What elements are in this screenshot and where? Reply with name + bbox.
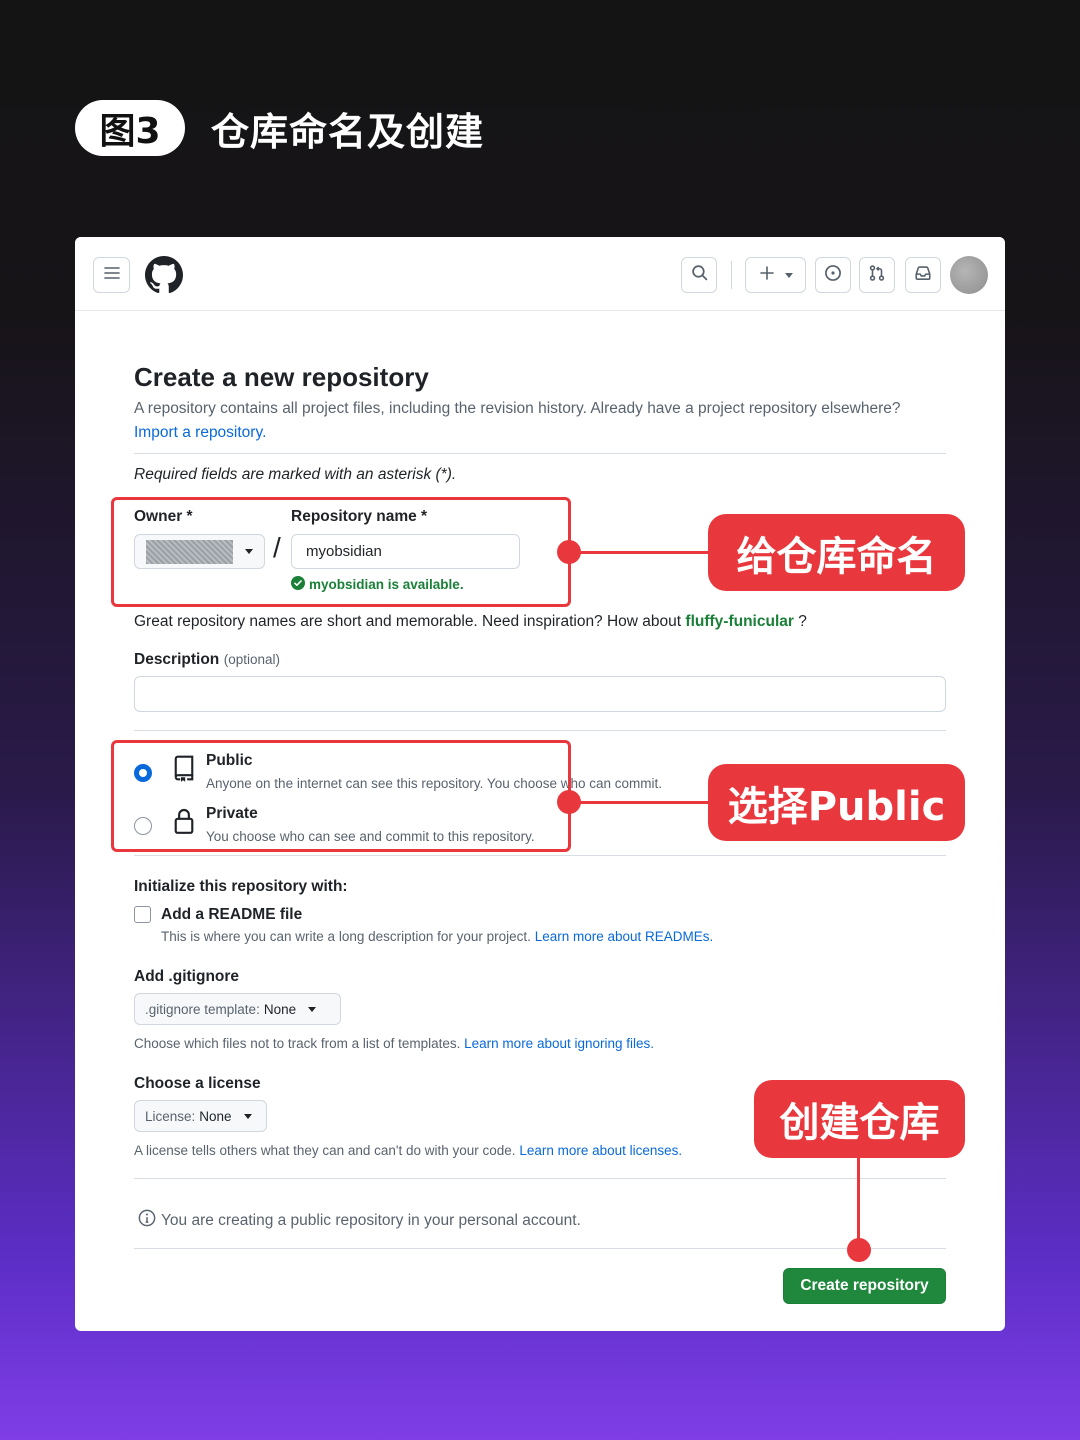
pull-request-icon <box>868 264 886 287</box>
license-select-value: None <box>199 1108 232 1124</box>
name-connector-dot <box>557 540 581 564</box>
notice-text: You are creating a public repository in … <box>161 1211 581 1229</box>
divider <box>134 1178 946 1179</box>
create-repository-button[interactable]: Create repository <box>783 1268 946 1304</box>
inspiration-text: Great repository names are short and mem… <box>134 613 682 630</box>
license-select-prefix: License: <box>145 1108 196 1124</box>
gitignore-select[interactable]: .gitignore template: None <box>134 993 341 1025</box>
chevron-down-icon <box>243 1113 252 1119</box>
initialize-heading: Initialize this repository with: <box>134 878 348 895</box>
intro-text: A repository contains all project files,… <box>134 400 901 417</box>
search-button[interactable] <box>681 257 717 293</box>
issues-button[interactable] <box>815 257 851 293</box>
public-notice: You are creating a public repository in … <box>138 1209 581 1232</box>
readme-desc: This is where you can write a long descr… <box>161 929 531 944</box>
plus-icon <box>759 265 775 286</box>
inbox-button[interactable] <box>905 257 941 293</box>
inspiration-suffix: ? <box>798 613 807 630</box>
pull-requests-button[interactable] <box>859 257 895 293</box>
name-connector-line <box>569 551 711 554</box>
hamburger-menu-button[interactable] <box>93 257 130 293</box>
page-intro: A repository contains all project files,… <box>134 397 934 445</box>
readme-checkbox[interactable] <box>134 906 151 923</box>
figure-title: 仓库命名及创建 <box>211 109 485 154</box>
license-desc-row: A license tells others what they can and… <box>134 1143 682 1158</box>
avatar[interactable] <box>950 256 988 294</box>
figure-badge: 图3 <box>75 100 185 156</box>
license-desc: A license tells others what they can and… <box>134 1143 516 1158</box>
search-icon <box>691 264 708 286</box>
gitignore-desc-row: Choose which files not to track from a l… <box>134 1036 654 1051</box>
description-input[interactable] <box>134 676 946 712</box>
gitignore-learn-more-link[interactable]: Learn more about ignoring files. <box>464 1036 654 1051</box>
divider <box>134 855 946 856</box>
public-connector-line <box>569 801 711 804</box>
readme-label[interactable]: Add a README file <box>161 906 302 924</box>
gitignore-heading: Add .gitignore <box>134 968 240 985</box>
description-label-row: Description (optional) <box>134 651 280 669</box>
readme-desc-row: This is where you can write a long descr… <box>161 929 713 944</box>
readme-learn-more-link[interactable]: Learn more about READMEs. <box>535 929 714 944</box>
github-topbar <box>75 237 1005 311</box>
hamburger-icon <box>103 265 120 286</box>
required-note: Required fields are marked with an aster… <box>134 466 457 483</box>
public-connector-dot <box>557 790 581 814</box>
inspiration-line: Great repository names are short and mem… <box>134 613 807 631</box>
issues-icon <box>824 264 842 287</box>
figure-header: 图3 仓库命名及创建 <box>75 100 484 156</box>
chevron-down-icon <box>308 1006 317 1012</box>
name-highlight-box <box>111 497 571 607</box>
create-new-dropdown[interactable] <box>745 257 806 293</box>
public-highlight-box <box>111 740 571 852</box>
public-callout: 选择Public <box>708 764 965 841</box>
license-select[interactable]: License: None <box>134 1100 267 1132</box>
license-learn-more-link[interactable]: Learn more about licenses. <box>519 1143 682 1158</box>
license-heading: Choose a license <box>134 1075 261 1092</box>
divider <box>134 453 946 454</box>
toolbar-divider <box>731 261 732 289</box>
gitignore-select-prefix: .gitignore template: <box>145 1001 260 1017</box>
gitignore-select-value: None <box>263 1001 297 1017</box>
description-label: Description <box>134 651 220 668</box>
divider <box>134 1248 946 1249</box>
github-logo-icon[interactable] <box>145 256 183 299</box>
create-callout: 创建仓库 <box>754 1080 965 1158</box>
inbox-icon <box>914 264 932 287</box>
name-callout: 给仓库命名 <box>708 514 965 591</box>
chevron-down-icon <box>784 272 793 278</box>
description-optional: (optional) <box>223 652 280 667</box>
page-title: Create a new repository <box>134 362 429 392</box>
suggested-name-link[interactable]: fluffy-funicular <box>685 613 794 630</box>
create-connector-dot <box>847 1238 871 1262</box>
create-connector-line <box>857 1156 860 1250</box>
gitignore-desc: Choose which files not to track from a l… <box>134 1036 461 1051</box>
divider <box>134 730 946 731</box>
info-icon <box>138 1209 156 1232</box>
import-repository-link[interactable]: Import a repository. <box>134 424 266 441</box>
